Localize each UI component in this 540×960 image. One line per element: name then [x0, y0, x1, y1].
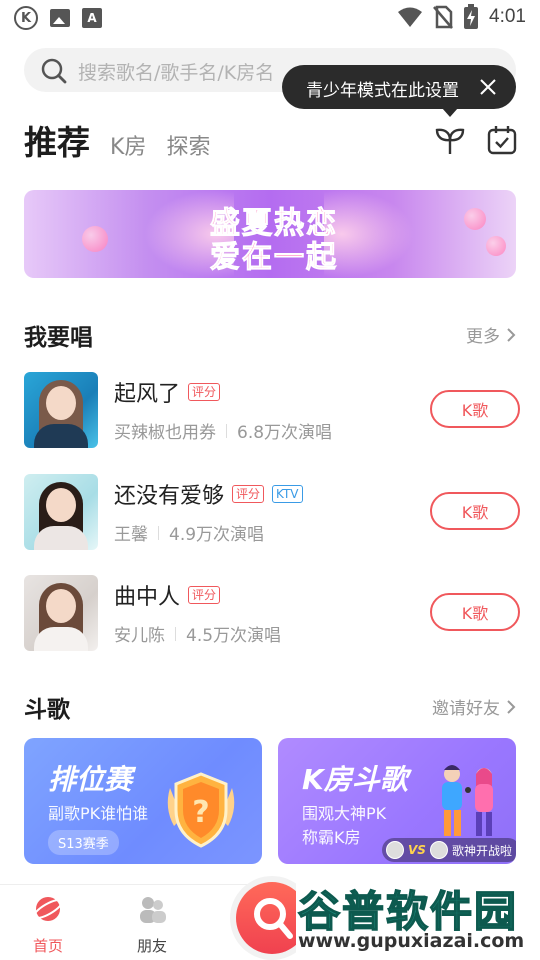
more-label: 更多 — [466, 327, 500, 347]
trophy-shield-icon: ? — [167, 772, 235, 848]
banner-title-line2: 爱在一起 — [210, 240, 338, 276]
tooltip-arrow — [442, 108, 458, 117]
battle-footer-text: 歌神开战啦 — [451, 843, 512, 858]
k-song-button[interactable]: K歌 — [430, 492, 520, 530]
song-name: 起风了 — [114, 382, 181, 407]
nav-label: 朋友 — [136, 937, 167, 955]
song-row[interactable]: 曲中人 评分 安儿陈 4.5万次演唱 K歌 — [24, 575, 520, 651]
ktv-tag: KTV — [272, 485, 303, 503]
tab-explore[interactable]: 探索 — [166, 129, 210, 164]
home-planet-icon — [32, 897, 64, 921]
a-app-icon: A — [82, 8, 102, 28]
heart-balloon-icon — [464, 208, 486, 230]
invite-label: 邀请好友 — [432, 699, 500, 719]
image-icon — [50, 9, 70, 27]
tab-recommend[interactable]: 推荐 — [24, 116, 90, 164]
chevron-right-icon — [507, 699, 516, 714]
status-bar: K A 4:01 — [0, 0, 540, 36]
tab-k-room[interactable]: K房 — [110, 129, 146, 164]
song-artist: 买辣椒也用券 — [114, 423, 216, 443]
song-cover — [24, 474, 98, 550]
sing-more-link[interactable]: 更多 — [466, 322, 516, 347]
battle-section-title: 斗歌 — [24, 697, 70, 723]
song-meta: 买辣椒也用券 6.8万次演唱 — [114, 418, 332, 443]
song-cover — [24, 372, 98, 448]
wifi-icon — [398, 7, 423, 27]
heart-balloon-icon — [486, 236, 506, 256]
search-icon — [41, 58, 67, 84]
watermark-url: www.gupuxiazai.com — [298, 930, 525, 952]
card-title: 排位赛 — [48, 763, 133, 796]
avatar — [429, 841, 448, 859]
song-plays: 4.9万次演唱 — [169, 525, 265, 545]
song-title: 曲中人 评分 — [114, 579, 221, 611]
song-artist: 王馨 — [114, 525, 148, 545]
meta-divider — [175, 626, 176, 641]
card-title: K房斗歌 — [302, 763, 408, 796]
no-sim-icon — [433, 5, 453, 29]
clock: 4:01 — [489, 6, 526, 27]
promo-banner[interactable]: 盛夏热恋 爱在一起 — [24, 190, 516, 278]
sing-section-title: 我要唱 — [24, 325, 93, 351]
k-song-button[interactable]: K歌 — [430, 390, 520, 428]
song-title: 还没有爱够 评分 KTV — [114, 478, 303, 510]
nav-friends[interactable]: 朋友 — [112, 893, 192, 956]
card-subtitle: 副歌PK谁怕谁 — [48, 804, 149, 823]
song-row[interactable]: 起风了 评分 买辣椒也用券 6.8万次演唱 K歌 — [24, 372, 520, 448]
top-tabs: 推荐 K房 探索 — [24, 116, 210, 164]
score-tag: 评分 — [188, 586, 221, 604]
song-plays: 6.8万次演唱 — [237, 423, 333, 443]
song-title: 起风了 评分 — [114, 376, 221, 408]
song-meta: 王馨 4.9万次演唱 — [114, 520, 264, 545]
season-badge: S13赛季 — [48, 830, 119, 855]
singers-illustration — [442, 765, 493, 836]
k-app-icon: K — [14, 6, 38, 30]
status-right-icons: 4:01 — [397, 4, 526, 30]
vs-label: VS — [408, 843, 426, 857]
ranked-match-card[interactable]: 排位赛 副歌PK谁怕谁 S13赛季 ? — [24, 738, 262, 864]
sprout-icon[interactable] — [434, 124, 466, 156]
status-left-icons: K A — [14, 6, 102, 30]
score-tag: 评分 — [188, 383, 221, 401]
song-cover — [24, 575, 98, 651]
calendar-check-icon[interactable] — [486, 124, 518, 156]
meta-divider — [226, 423, 227, 438]
close-icon[interactable] — [478, 77, 498, 97]
friends-icon — [140, 897, 166, 923]
nav-home[interactable]: 首页 — [8, 893, 88, 956]
battery-charging-icon — [464, 4, 479, 29]
song-name: 还没有爱够 — [114, 484, 225, 509]
card-subtitle-line1: 围观大神PK — [302, 804, 387, 823]
watermark: 谷普软件园 www.gupuxiazai.com — [296, 876, 540, 958]
score-tag: 评分 — [232, 485, 265, 503]
card-subtitle-line2: 称霸K房 — [302, 828, 361, 847]
meta-divider — [158, 525, 159, 540]
nav-label: 首页 — [32, 937, 63, 955]
avatar — [386, 841, 404, 859]
heart-balloon-icon — [82, 226, 108, 252]
song-meta: 安儿陈 4.5万次演唱 — [114, 621, 281, 646]
song-artist: 安儿陈 — [114, 626, 165, 646]
song-row[interactable]: 还没有爱够 评分 KTV 王馨 4.9万次演唱 K歌 — [24, 474, 520, 550]
song-plays: 4.5万次演唱 — [186, 626, 282, 646]
song-name: 曲中人 — [114, 585, 181, 610]
teen-mode-tooltip: 青少年模式在此设置 — [282, 65, 516, 117]
tooltip-text: 青少年模式在此设置 — [306, 81, 459, 101]
search-placeholder: 搜索歌名/歌手名/K房名 — [78, 62, 275, 84]
chevron-right-icon — [507, 327, 516, 342]
k-song-button[interactable]: K歌 — [430, 593, 520, 631]
invite-friends-link[interactable]: 邀请好友 — [432, 694, 516, 719]
battle-footer: VS 歌神开战啦 — [382, 838, 516, 862]
k-room-battle-card[interactable]: K房斗歌 围观大神PK 称霸K房 VS 歌神开战啦 — [278, 738, 516, 864]
svg-text:?: ? — [192, 795, 209, 830]
